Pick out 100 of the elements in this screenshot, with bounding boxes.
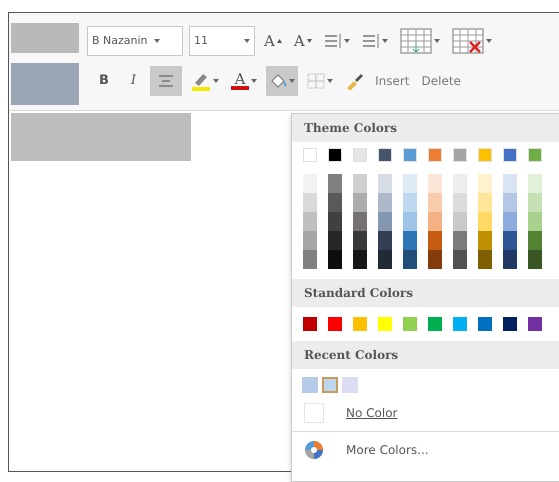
color-swatch[interactable] (478, 212, 492, 231)
section-heading: Standard Colors (292, 279, 559, 307)
paint-bucket-icon (269, 73, 288, 89)
color-swatch[interactable] (528, 174, 542, 193)
color-swatch[interactable] (353, 231, 367, 250)
color-swatch[interactable] (353, 212, 367, 231)
color-swatch[interactable] (378, 174, 392, 193)
highlighter-icon (191, 71, 212, 91)
down-arrow-icon (306, 39, 312, 43)
color-swatch[interactable] (353, 317, 367, 331)
color-swatch[interactable] (378, 231, 392, 250)
caret-icon (289, 79, 296, 83)
grid-icon (307, 73, 326, 89)
color-swatch[interactable] (378, 193, 392, 212)
color-swatch[interactable] (428, 193, 442, 212)
caret-icon (213, 79, 220, 83)
color-swatch[interactable] (453, 250, 467, 269)
color-swatch[interactable] (528, 250, 542, 269)
empty-swatch-icon (304, 403, 324, 423)
color-swatch[interactable] (322, 377, 338, 393)
color-swatch[interactable] (503, 250, 517, 269)
align-center-icon (158, 74, 174, 88)
table-icon (400, 28, 432, 54)
color-swatch[interactable] (503, 231, 517, 250)
color-swatch[interactable] (353, 193, 367, 212)
color-swatch[interactable] (353, 250, 367, 269)
color-swatch[interactable] (503, 212, 517, 231)
table-icon (452, 28, 484, 54)
color-swatch[interactable] (478, 250, 492, 269)
color-swatch[interactable] (503, 193, 517, 212)
font-size-field[interactable]: 11 (189, 26, 255, 56)
color-swatch[interactable] (453, 212, 467, 231)
section-heading: Theme Colors (292, 114, 559, 142)
color-swatch[interactable] (528, 193, 542, 212)
color-swatch[interactable] (302, 377, 318, 393)
up-arrow-icon (276, 39, 282, 43)
color-swatch[interactable] (453, 174, 467, 193)
color-swatch[interactable] (303, 174, 317, 193)
color-swatch[interactable] (403, 212, 417, 231)
color-swatch[interactable] (303, 250, 317, 269)
caret-icon (344, 39, 350, 43)
font-color-button[interactable]: A (228, 66, 260, 96)
panel-block (11, 63, 79, 105)
italic-button[interactable]: I (122, 66, 144, 96)
caret-icon (327, 79, 334, 83)
color-swatch[interactable] (428, 317, 442, 331)
color-swatch[interactable] (303, 231, 317, 250)
section-heading: Recent Colors (292, 341, 559, 369)
color-swatch[interactable] (478, 231, 492, 250)
no-color-item[interactable]: No Color (292, 401, 559, 429)
color-swatch[interactable] (403, 317, 417, 331)
color-bar-icon (231, 86, 250, 90)
color-swatch[interactable] (528, 212, 542, 231)
color-swatch[interactable] (428, 212, 442, 231)
caret-icon (251, 79, 258, 83)
color-swatch[interactable] (328, 317, 342, 331)
list-icon (324, 33, 342, 49)
color-swatch[interactable] (428, 174, 442, 193)
color-swatch[interactable] (328, 212, 342, 231)
color-swatch[interactable] (428, 250, 442, 269)
bold-button[interactable]: B (91, 66, 117, 96)
caret-icon (382, 39, 388, 43)
color-swatch[interactable] (453, 193, 467, 212)
color-swatch[interactable] (328, 250, 342, 269)
color-swatch[interactable] (528, 317, 542, 331)
list-icon (362, 33, 380, 49)
color-swatch[interactable] (328, 193, 342, 212)
color-swatch[interactable] (503, 174, 517, 193)
color-swatch[interactable] (478, 317, 492, 331)
toolbar-button[interactable]: Delete (418, 66, 464, 96)
color-swatch[interactable] (428, 231, 442, 250)
color-swatch[interactable] (478, 193, 492, 212)
color-swatch[interactable] (353, 174, 367, 193)
shrink-font-button[interactable]: A (290, 26, 315, 56)
color-swatch[interactable] (328, 174, 342, 193)
align-center-button[interactable] (150, 66, 182, 96)
color-swatch[interactable] (303, 193, 317, 212)
color-swatch[interactable] (478, 174, 492, 193)
toolbar-button[interactable]: Insert (372, 66, 412, 96)
color-swatch[interactable] (453, 317, 467, 331)
caret-icon (154, 39, 160, 43)
color-swatch[interactable] (378, 317, 392, 331)
color-swatch[interactable] (378, 212, 392, 231)
color-swatch[interactable] (303, 212, 317, 231)
shading-button[interactable] (266, 66, 298, 96)
color-swatch[interactable] (528, 231, 542, 250)
more-colors-item[interactable]: More Colors... (292, 434, 559, 466)
color-swatch[interactable] (328, 231, 342, 250)
color-swatch[interactable] (342, 377, 358, 393)
color-swatch[interactable] (403, 231, 417, 250)
color-swatch[interactable] (503, 317, 517, 331)
grow-font-button[interactable]: A (261, 26, 285, 56)
caret-icon (244, 39, 250, 43)
font-name-field[interactable]: B Nazanin (87, 26, 183, 56)
color-swatch[interactable] (403, 193, 417, 212)
color-swatch[interactable] (303, 317, 317, 331)
color-swatch[interactable] (403, 250, 417, 269)
color-swatch[interactable] (453, 231, 467, 250)
color-swatch[interactable] (378, 250, 392, 269)
color-swatch[interactable] (403, 174, 417, 193)
